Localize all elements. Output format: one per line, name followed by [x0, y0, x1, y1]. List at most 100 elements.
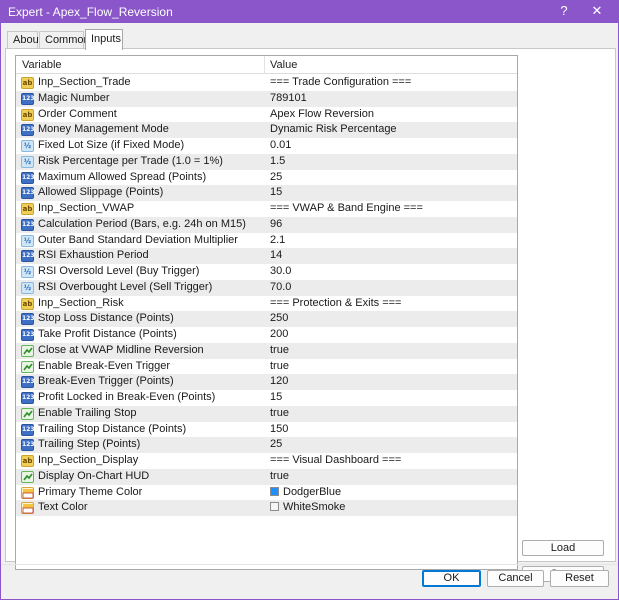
input-row[interactable]: Close at VWAP Midline Reversion true	[16, 342, 517, 359]
input-value[interactable]: 1.5	[270, 154, 285, 170]
input-row[interactable]: 123 Calculation Period (Bars, e.g. 24h on…	[16, 216, 517, 233]
input-value[interactable]: 30.0	[270, 264, 291, 280]
input-variable-name: RSI Oversold Level (Buy Trigger)	[38, 265, 200, 277]
input-row[interactable]: 123 Money Management Mode Dynamic Risk Per…	[16, 122, 517, 138]
input-row[interactable]: ab Inp_Section_Risk === Protection & Exits…	[16, 296, 517, 312]
input-variable-name: Trailing Stop Distance (Points)	[38, 422, 187, 435]
tab-common[interactable]: Common	[39, 31, 90, 49]
input-value[interactable]: 15	[270, 390, 282, 406]
dialog-window: About Common Inputs Variable Value ab Inp…	[0, 23, 619, 600]
input-variable-name: Money Management Mode	[38, 123, 169, 136]
input-row[interactable]: Enable Trailing Stop true	[16, 405, 517, 422]
input-value[interactable]: 789101	[270, 91, 307, 107]
input-row[interactable]: Display On-Chart HUD true	[16, 468, 517, 485]
input-row[interactable]: ½ Outer Band Standard Deviation Multiplie…	[16, 233, 517, 249]
input-value[interactable]: true	[270, 406, 289, 422]
input-value[interactable]: 250	[270, 311, 288, 327]
input-row[interactable]: 123 Profit Locked in Break-Even (Points) 1…	[16, 390, 517, 406]
input-value[interactable]: true	[270, 359, 289, 375]
tab-about[interactable]: About	[7, 31, 42, 49]
help-button[interactable]: ?	[549, 0, 579, 23]
input-value[interactable]: 14	[270, 248, 282, 264]
double-type-icon: ½	[21, 234, 34, 247]
input-row[interactable]: ½ RSI Overbought Level (Sell Trigger) 70.0	[16, 279, 517, 296]
reset-button[interactable]: Reset	[550, 570, 609, 587]
color-type-icon	[21, 486, 34, 499]
title-bar: Expert - Apex_Flow_Reversion ? ✕	[0, 0, 619, 23]
input-value[interactable]: 200	[270, 327, 288, 343]
input-value[interactable]: === Protection & Exits ===	[270, 296, 401, 312]
input-value[interactable]: WhiteSmoke	[270, 500, 345, 516]
cancel-button[interactable]: Cancel	[487, 570, 544, 587]
input-value[interactable]: DodgerBlue	[270, 485, 341, 501]
column-header-variable[interactable]: Variable	[22, 59, 62, 71]
input-value[interactable]: 120	[270, 374, 288, 390]
input-value[interactable]: Apex Flow Reversion	[270, 107, 374, 123]
input-variable-name: Enable Break-Even Trigger	[38, 359, 171, 372]
string-type-icon: ab	[21, 77, 34, 89]
input-row[interactable]: ½ Fixed Lot Size (if Fixed Mode) 0.01	[16, 138, 517, 154]
double-type-icon: ½	[21, 140, 34, 152]
input-value[interactable]: 96	[270, 217, 282, 233]
input-row[interactable]: ab Inp_Section_Trade === Trade Configurati…	[16, 75, 517, 91]
inputs-panel: Variable Value ab Inp_Section_Trade === Tr…	[5, 48, 616, 582]
input-value[interactable]: 70.0	[270, 280, 291, 296]
color-type-icon	[21, 502, 34, 515]
string-type-icon: ab	[21, 455, 34, 467]
ok-button[interactable]: OK	[422, 570, 481, 587]
close-button[interactable]: ✕	[582, 0, 612, 23]
input-row[interactable]: ab Order Comment Apex Flow Reversion	[16, 107, 517, 123]
input-variable-name: Close at VWAP Midline Reversion	[38, 343, 204, 356]
input-variable-name: Magic Number	[38, 91, 110, 104]
integer-type-icon: 123	[21, 392, 35, 404]
input-row[interactable]: Enable Break-Even Trigger true	[16, 359, 517, 375]
input-value[interactable]: Dynamic Risk Percentage	[270, 122, 397, 138]
input-value[interactable]: true	[270, 343, 289, 359]
input-value[interactable]: === Trade Configuration ===	[270, 75, 411, 91]
inputs-grid: Variable Value ab Inp_Section_Trade === Tr…	[15, 55, 518, 570]
string-type-icon: ab	[21, 203, 34, 215]
input-variable-name: Outer Band Standard Deviation Multiplier	[38, 233, 238, 246]
input-row[interactable]: 123 Break-Even Trigger (Points) 120	[16, 374, 517, 390]
input-row[interactable]: 123 Maximum Allowed Spread (Points) 25	[16, 170, 517, 186]
input-row[interactable]: ab Inp_Section_VWAP === VWAP & Band Engine…	[16, 201, 517, 217]
double-type-icon: ½	[21, 266, 34, 278]
input-variable-name: Calculation Period (Bars, e.g. 24h on M1…	[38, 217, 246, 230]
input-value[interactable]: 2.1	[270, 233, 285, 249]
string-type-icon: ab	[21, 297, 34, 310]
input-value[interactable]: 25	[270, 437, 282, 453]
input-variable-name: Primary Theme Color	[38, 485, 143, 498]
load-button[interactable]: Load	[522, 540, 604, 556]
integer-type-icon: 123	[21, 171, 35, 184]
input-row[interactable]: 123 Magic Number 789101	[16, 90, 517, 107]
input-row[interactable]: 123 RSI Exhaustion Period 14	[16, 248, 517, 264]
input-row[interactable]: Primary Theme Color DodgerBlue	[16, 485, 517, 501]
column-divider[interactable]	[264, 56, 265, 74]
input-value[interactable]: === Visual Dashboard ===	[270, 453, 401, 469]
input-variable-name: Inp_Section_Display	[38, 454, 139, 466]
input-value[interactable]: 0.01	[270, 138, 291, 154]
input-variable-name: Profit Locked in Break-Even (Points)	[38, 391, 216, 403]
column-header-value[interactable]: Value	[270, 59, 297, 71]
input-row[interactable]: 123 Stop Loss Distance (Points) 250	[16, 311, 517, 327]
tab-inputs[interactable]: Inputs	[85, 29, 123, 50]
input-value[interactable]: true	[270, 469, 289, 485]
input-variable-name: Maximum Allowed Spread (Points)	[38, 170, 207, 183]
input-variable-name: Take Profit Distance (Points)	[38, 328, 177, 340]
input-value[interactable]: 15	[270, 185, 282, 201]
input-row[interactable]: 123 Trailing Stop Distance (Points) 150	[16, 422, 517, 438]
input-row[interactable]: Text Color WhiteSmoke	[16, 500, 517, 516]
input-value[interactable]: === VWAP & Band Engine ===	[270, 201, 423, 217]
input-variable-name: RSI Overbought Level (Sell Trigger)	[38, 280, 213, 293]
integer-type-icon: 123	[21, 187, 35, 200]
input-row[interactable]: 123 Trailing Step (Points) 25	[16, 437, 517, 453]
input-row[interactable]: 123 Allowed Slippage (Points) 15	[16, 185, 517, 201]
window-title: Expert - Apex_Flow_Reversion	[8, 5, 173, 19]
input-row[interactable]: ½ RSI Oversold Level (Buy Trigger) 30.0	[16, 264, 517, 280]
input-row[interactable]: 123 Take Profit Distance (Points) 200	[16, 327, 517, 343]
input-row[interactable]: ab Inp_Section_Display === Visual Dashboar…	[16, 453, 517, 469]
integer-type-icon: 123	[21, 423, 35, 436]
input-value[interactable]: 25	[270, 170, 282, 186]
input-value[interactable]: 150	[270, 422, 288, 438]
input-row[interactable]: ½ Risk Percentage per Trade (1.0 = 1%) 1.5	[16, 153, 517, 170]
